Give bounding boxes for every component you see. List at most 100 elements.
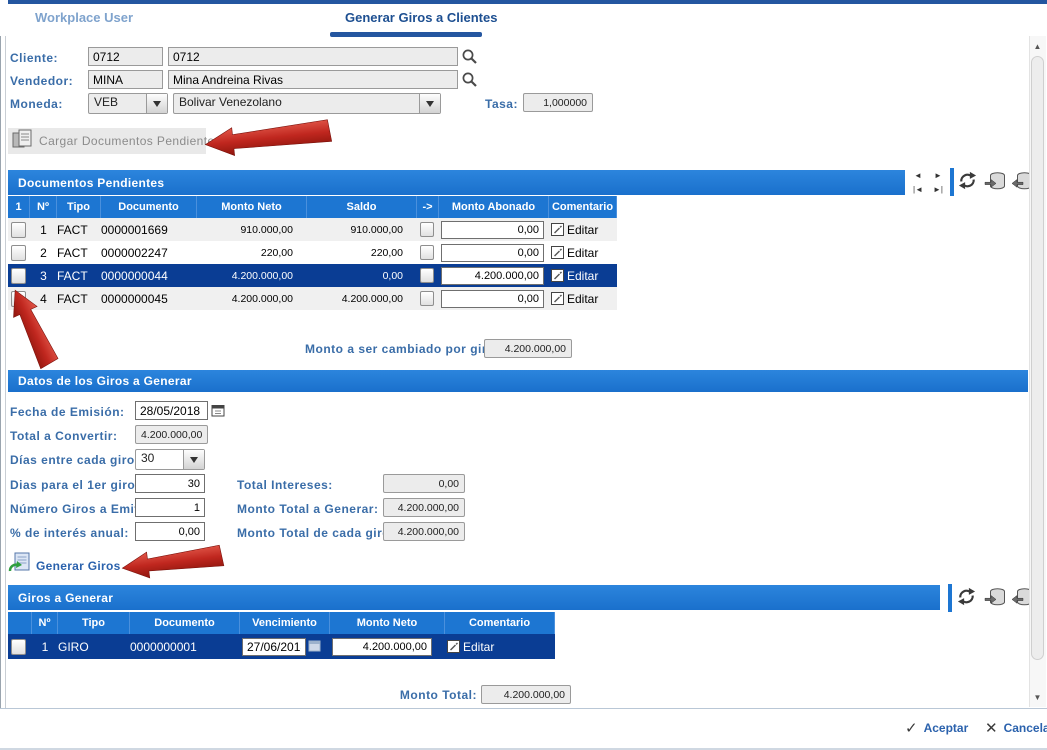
col-monto-neto: Monto Neto xyxy=(330,612,445,634)
row-select-checkbox[interactable] xyxy=(11,291,26,307)
total-intereses-label: Total Intereses: xyxy=(237,478,333,492)
cliente-name-field[interactable] xyxy=(168,47,458,66)
tab-workplace-user[interactable]: Workplace User xyxy=(35,10,133,25)
row-saldo: 0,00 xyxy=(307,264,417,287)
cliente-code-field[interactable] xyxy=(88,47,163,66)
vencimiento-input[interactable] xyxy=(242,638,306,656)
monto-abonado-input[interactable] xyxy=(441,290,544,308)
toolbar-separator xyxy=(948,584,952,612)
datos-giros-header: Datos de los Giros a Generar xyxy=(8,370,1028,392)
moneda-name-value: Bolivar Venezolano xyxy=(174,94,419,113)
cargar-documentos-label: Cargar Documentos Pendientes xyxy=(39,134,221,148)
transfer-checkbox[interactable] xyxy=(420,222,434,237)
db-export-icon[interactable] xyxy=(984,586,1006,613)
last-page-icon[interactable]: ►| xyxy=(928,183,948,197)
datos-giros-title: Datos de los Giros a Generar xyxy=(18,374,192,388)
editar-link[interactable]: Editar xyxy=(567,223,598,237)
documentos-pager[interactable]: ◄► |◄►| xyxy=(908,169,948,196)
fecha-emision-input[interactable] xyxy=(135,401,208,420)
giro-monto-input[interactable] xyxy=(332,638,432,656)
row-documento: 0000000044 xyxy=(101,264,197,287)
cargar-documentos-button[interactable]: Cargar Documentos Pendientes xyxy=(8,128,206,154)
row-number: 1 xyxy=(32,634,58,659)
editar-link[interactable]: Editar xyxy=(567,246,598,260)
row-select-checkbox[interactable] xyxy=(11,222,26,238)
col-transfer: -> xyxy=(417,196,439,218)
row-select-checkbox[interactable] xyxy=(11,245,26,261)
moneda-code-dropdown-button[interactable] xyxy=(146,94,167,113)
dias-entre-label: Días entre cada giro: xyxy=(10,453,139,467)
first-page-icon[interactable]: |◄ xyxy=(908,183,928,197)
next-page-icon[interactable]: ► xyxy=(928,169,948,183)
cliente-label: Cliente: xyxy=(10,51,58,65)
window-left-border xyxy=(0,36,1,708)
row-number: 1 xyxy=(30,218,57,241)
numero-giros-input[interactable] xyxy=(135,498,205,517)
dias-primer-label: Dias para el 1er giro: xyxy=(10,478,140,492)
row-documento: 0000002247 xyxy=(101,241,197,264)
vendedor-search-icon[interactable] xyxy=(461,71,478,93)
aceptar-button[interactable]: ✓ Aceptar xyxy=(905,719,968,737)
vendedor-label: Vendedor: xyxy=(10,74,73,88)
monto-abonado-input[interactable] xyxy=(441,244,544,262)
row-select-checkbox[interactable] xyxy=(11,268,26,284)
prev-page-icon[interactable]: ◄ xyxy=(908,169,928,183)
row-saldo: 4.200.000,00 xyxy=(307,287,417,310)
tab-generar-giros[interactable]: Generar Giros a Clientes xyxy=(345,10,497,25)
col-tipo: Tipo xyxy=(58,612,130,634)
vendedor-name-field[interactable] xyxy=(168,70,458,89)
editar-link[interactable]: Editar xyxy=(463,640,494,654)
table-row[interactable]: 4 FACT 0000000045 4.200.000,00 4.200.000… xyxy=(8,287,617,310)
col-comentario: Comentario xyxy=(549,196,617,218)
transfer-checkbox[interactable] xyxy=(420,268,434,283)
total-intereses-field: 0,00 xyxy=(383,474,465,493)
table-row-selected[interactable]: 3 FACT 0000000044 4.200.000,00 0,00 Edit… xyxy=(8,264,617,287)
transfer-checkbox[interactable] xyxy=(420,245,434,260)
edit-icon[interactable] xyxy=(551,246,564,259)
monto-abonado-input[interactable] xyxy=(441,267,544,285)
monto-total-field: 4.200.000,00 xyxy=(481,685,571,704)
giros-generar-title: Giros a Generar xyxy=(18,591,113,605)
annotation-arrow-cargar xyxy=(202,115,335,160)
dias-primer-input[interactable] xyxy=(135,474,205,493)
refresh-icon[interactable] xyxy=(956,586,977,612)
table-row[interactable]: 2 FACT 0000002247 220,00 220,00 Editar xyxy=(8,241,617,264)
giros-table-header: Nº Tipo Documento Vencimiento Monto Neto… xyxy=(8,612,555,634)
edit-icon[interactable] xyxy=(447,640,460,653)
interes-anual-input[interactable] xyxy=(135,522,205,541)
refresh-icon[interactable] xyxy=(957,170,978,196)
dias-entre-dropdown[interactable]: 30 xyxy=(135,449,205,470)
moneda-name-dropdown[interactable]: Bolivar Venezolano xyxy=(173,93,441,114)
documentos-table-header: 1 Nº Tipo Documento Monto Neto Saldo -> … xyxy=(8,196,617,218)
cancelar-button[interactable]: ✕ Cancelar xyxy=(985,719,1047,737)
vendedor-code-field[interactable] xyxy=(88,70,163,89)
row-monto-neto: 4.200.000,00 xyxy=(197,287,307,310)
monto-cambiado-label: Monto a ser cambiado por giros: xyxy=(305,342,480,356)
monto-abonado-input[interactable] xyxy=(441,221,544,239)
edit-icon[interactable] xyxy=(551,223,564,236)
edit-icon[interactable] xyxy=(551,269,564,282)
moneda-code-dropdown[interactable]: VEB xyxy=(88,93,168,114)
row-number: 4 xyxy=(30,287,57,310)
giro-row-selected[interactable]: 1 GIRO 0000000001 Editar xyxy=(8,634,555,659)
calendar-icon[interactable] xyxy=(308,639,321,655)
scrollbar-thumb[interactable] xyxy=(1031,56,1044,660)
calendar-icon[interactable] xyxy=(211,403,225,422)
editar-link[interactable]: Editar xyxy=(567,292,598,306)
scroll-up-icon[interactable]: ▲ xyxy=(1030,38,1045,54)
row-tipo: FACT xyxy=(57,241,101,264)
generar-giros-button[interactable]: Generar Giros xyxy=(8,551,121,580)
toolbar-separator xyxy=(950,168,954,196)
moneda-name-dropdown-button[interactable] xyxy=(419,94,440,113)
edit-icon[interactable] xyxy=(551,292,564,305)
table-row[interactable]: 1 FACT 0000001669 910.000,00 910.000,00 … xyxy=(8,218,617,241)
db-export-icon[interactable] xyxy=(984,170,1006,197)
tasa-label: Tasa: xyxy=(485,97,518,111)
transfer-checkbox[interactable] xyxy=(420,291,434,306)
col-saldo: Saldo xyxy=(307,196,417,218)
scroll-down-icon[interactable]: ▼ xyxy=(1030,689,1045,705)
cliente-search-icon[interactable] xyxy=(461,48,478,70)
dias-entre-dropdown-button[interactable] xyxy=(183,450,204,469)
row-select-checkbox[interactable] xyxy=(11,639,26,655)
editar-link[interactable]: Editar xyxy=(567,269,598,283)
